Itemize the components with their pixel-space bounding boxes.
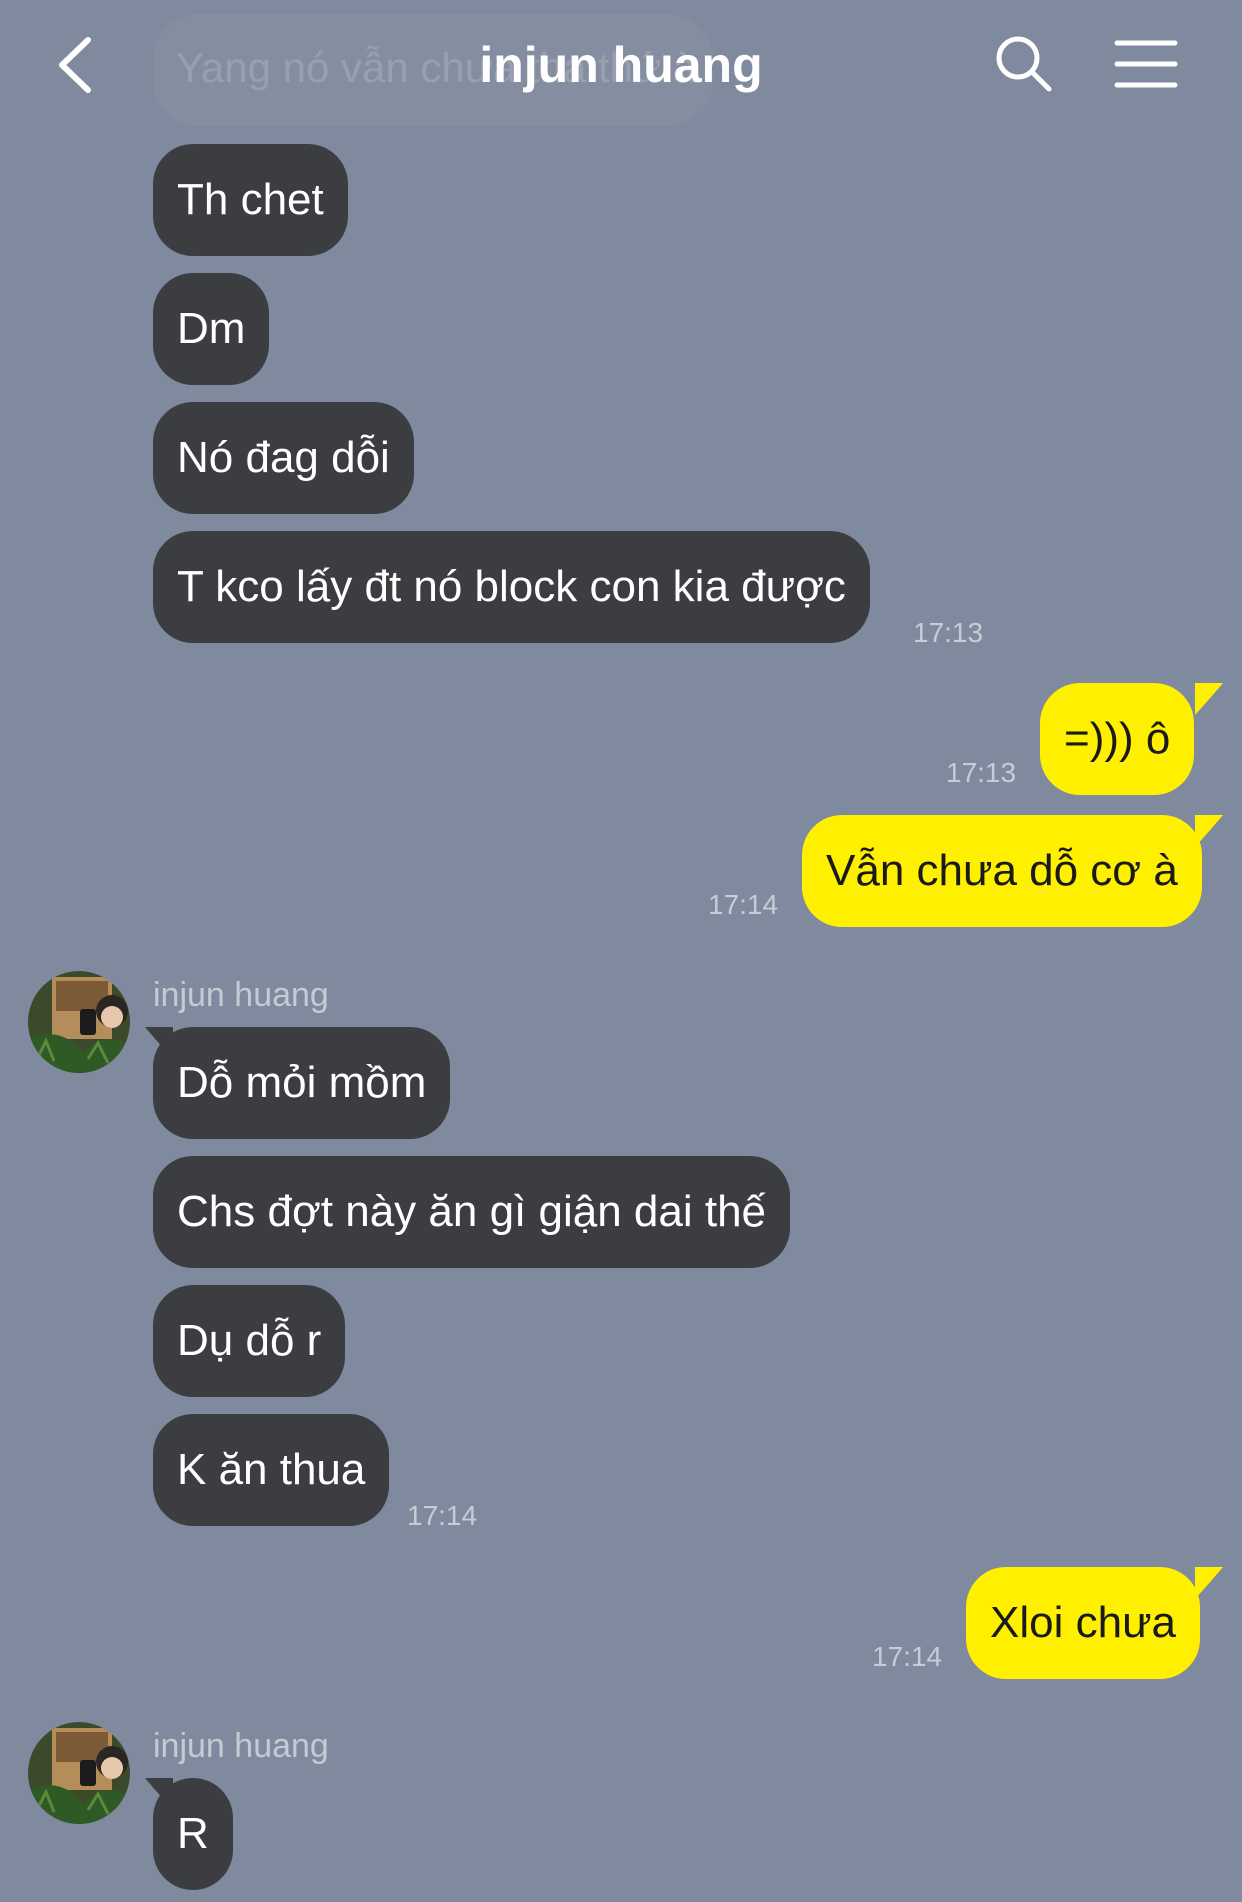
sender-name: injun huang	[153, 976, 329, 1014]
incoming-message-bubble[interactable]: T kco lấy đt nó block con kia được	[153, 531, 870, 643]
outgoing-message-bubble[interactable]: Vẫn chưa dỗ cơ à	[802, 815, 1202, 927]
incoming-message-bubble[interactable]: Dụ dỗ r	[153, 1285, 346, 1397]
message-timestamp: 17:14	[708, 889, 779, 920]
message-text: R	[177, 1809, 209, 1858]
message-text: =))) ô	[1064, 714, 1171, 763]
incoming-message-bubble[interactable]: Th chet	[153, 144, 348, 256]
incoming-message-bubble[interactable]: Dỗ mỏi mồm	[153, 1027, 451, 1139]
message-text: Dỗ mỏi mồm	[177, 1058, 427, 1107]
chat-title: injun huang	[479, 37, 763, 93]
outgoing-bubble-tail	[1195, 1567, 1223, 1599]
outgoing-message-bubble[interactable]: =))) ô	[1040, 683, 1195, 795]
message-text: Th chet	[177, 175, 324, 224]
message-text: Xloi chưa	[990, 1598, 1176, 1647]
message-text: Vẫn chưa dỗ cơ à	[826, 846, 1178, 895]
incoming-message-bubble[interactable]: Chs đợt này ăn gì giận dai thế	[153, 1156, 791, 1268]
sender-name: injun huang	[153, 1727, 329, 1765]
outgoing-bubble-tail	[1195, 683, 1223, 715]
message-text: Nó đag dỗi	[177, 433, 390, 482]
incoming-message-bubble[interactable]: K ăn thua	[153, 1414, 390, 1526]
message-text: Dm	[177, 304, 246, 353]
outgoing-bubble-tail	[1195, 815, 1223, 847]
incoming-message-bubble[interactable]: Dm	[153, 273, 270, 385]
menu-icon[interactable]	[1114, 38, 1178, 90]
incoming-message-bubble[interactable]: R	[153, 1778, 233, 1890]
message-text: K ăn thua	[177, 1445, 366, 1494]
message-text: Chs đợt này ăn gì giận dai thế	[177, 1187, 767, 1236]
avatar[interactable]	[28, 971, 130, 1073]
message-timestamp: 17:14	[407, 1500, 478, 1531]
search-icon[interactable]	[994, 34, 1054, 94]
outgoing-message-bubble[interactable]: Xloi chưa	[966, 1567, 1200, 1679]
avatar[interactable]	[28, 1722, 130, 1824]
message-timestamp: 17:13	[913, 617, 984, 648]
message-timestamp: 17:13	[946, 757, 1017, 788]
message-text: Dụ dỗ r	[177, 1316, 322, 1365]
incoming-message-bubble[interactable]: Nó đag dỗi	[153, 402, 414, 514]
message-text: T kco lấy đt nó block con kia được	[177, 562, 846, 611]
chat-header: Yang nó vẫn chưa tha thứ à injun huang	[0, 0, 1242, 130]
message-timestamp: 17:14	[872, 1641, 943, 1672]
